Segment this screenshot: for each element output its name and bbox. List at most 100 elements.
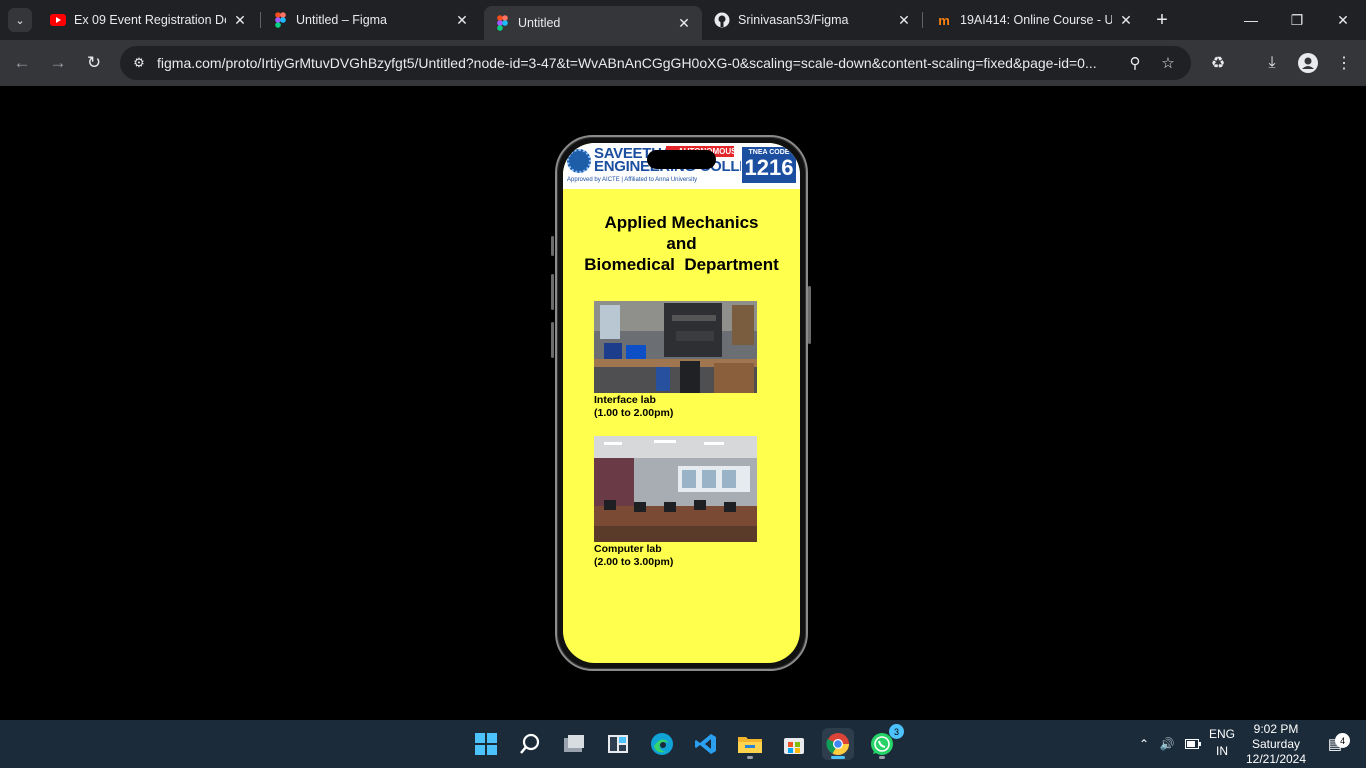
chevron-down-icon: ⌄ bbox=[15, 14, 25, 27]
plus-icon: + bbox=[1156, 8, 1168, 31]
windows-taskbar: 3 ⌃ 🔊 ENG IN 9:02 PM Saturday 12/21/2024… bbox=[0, 720, 1366, 768]
close-icon[interactable]: ✕ bbox=[232, 12, 248, 28]
edge-icon bbox=[651, 733, 673, 755]
menu-kebab-icon[interactable]: ⋮ bbox=[1332, 51, 1356, 75]
college-seal-icon bbox=[567, 149, 591, 173]
tab-strip: ⌄ Ex 09 Event Registration Des ✕ Untitle… bbox=[0, 0, 1366, 40]
taskbar-app[interactable] bbox=[602, 728, 634, 760]
vscode-icon bbox=[695, 734, 716, 754]
page-title: Applied Mechanics and Biomedical Departm… bbox=[563, 212, 800, 275]
battery-icon[interactable] bbox=[1182, 720, 1204, 768]
close-window-button[interactable]: ✕ bbox=[1320, 0, 1366, 40]
figma-icon bbox=[494, 15, 510, 31]
phone-side-button bbox=[551, 236, 554, 256]
language-indicator[interactable]: ENG IN bbox=[1206, 726, 1238, 760]
github-icon bbox=[714, 12, 730, 28]
show-hidden-icons-button[interactable]: ⌃ bbox=[1134, 720, 1154, 768]
site-settings-icon[interactable]: ⚙ bbox=[130, 54, 148, 72]
phone-side-button bbox=[551, 274, 554, 310]
tab-divider bbox=[922, 12, 923, 28]
running-indicator bbox=[747, 756, 753, 759]
tab-figma-editor[interactable]: Untitled – Figma ✕ bbox=[262, 6, 480, 34]
tab-title: Srinivasan53/Figma bbox=[738, 13, 849, 27]
address-bar[interactable]: ⚙ figma.com/proto/IrtiyGrMtuvDVGhBzyfgt5… bbox=[120, 46, 1191, 80]
clock-day: Saturday bbox=[1251, 737, 1301, 751]
tnea-code: 1216 bbox=[744, 155, 794, 180]
notification-count: 4 bbox=[1335, 733, 1351, 748]
tab-moodle[interactable]: m 19AI414: Online Course - UX ✕ bbox=[926, 6, 1144, 34]
system-clock[interactable]: 9:02 PM Saturday 12/21/2024 bbox=[1244, 720, 1308, 768]
tab-title: 19AI414: Online Course - UX bbox=[960, 13, 1112, 27]
extensions-icon[interactable]: ♻ bbox=[1206, 51, 1230, 75]
interface-lab-photo bbox=[594, 301, 757, 393]
tab-title: Untitled bbox=[518, 16, 561, 30]
title-line: and bbox=[666, 234, 697, 253]
file-manager-icon bbox=[608, 735, 628, 753]
store-icon bbox=[784, 738, 804, 754]
taskbar-store[interactable] bbox=[778, 728, 810, 760]
tab-figma-prototype[interactable]: Untitled ✕ bbox=[484, 6, 702, 40]
lab-time: (1.00 to 2.00pm) bbox=[594, 407, 674, 419]
notification-badge: 3 bbox=[889, 724, 904, 739]
tab-search-button[interactable]: ⌄ bbox=[8, 8, 32, 32]
start-button[interactable] bbox=[470, 728, 502, 760]
title-line: Applied Mechanics bbox=[604, 213, 759, 232]
phone-side-button bbox=[808, 286, 811, 344]
reload-button[interactable]: ↻ bbox=[80, 49, 108, 77]
taskbar-file-explorer[interactable] bbox=[734, 728, 766, 760]
tab-github[interactable]: Srinivasan53/Figma ✕ bbox=[704, 6, 922, 34]
minimize-button[interactable]: — bbox=[1228, 0, 1274, 40]
zoom-icon[interactable]: ⚲ bbox=[1124, 53, 1146, 73]
volume-icon[interactable]: 🔊 bbox=[1156, 720, 1178, 768]
download-icon[interactable]: ⤓ bbox=[1260, 51, 1284, 75]
task-view-button[interactable] bbox=[558, 728, 590, 760]
forward-button[interactable]: → bbox=[44, 49, 72, 77]
taskbar-whatsapp[interactable]: 3 bbox=[866, 724, 904, 760]
phone-frame: SAVEETHA ENGINEERING COLLEGE AUTONOMOUS … bbox=[555, 135, 808, 671]
restore-button[interactable]: ❐ bbox=[1274, 0, 1320, 40]
back-button[interactable]: ← bbox=[8, 49, 36, 77]
title-line: Biomedical Department bbox=[584, 255, 779, 274]
chrome-icon bbox=[826, 733, 849, 755]
browser-toolbar: ← → ↻ ⚙ figma.com/proto/IrtiyGrMtuvDVGhB… bbox=[0, 40, 1366, 86]
close-icon[interactable]: ✕ bbox=[454, 12, 470, 28]
phone-side-button bbox=[551, 322, 554, 358]
computer-lab-photo bbox=[594, 436, 757, 542]
taskbar-vscode[interactable] bbox=[690, 728, 722, 760]
tab-title: Untitled – Figma bbox=[296, 13, 388, 27]
notification-icon: ▤ 4 bbox=[1328, 733, 1351, 753]
taskbar-search[interactable] bbox=[514, 728, 546, 760]
figma-icon bbox=[272, 12, 288, 28]
lab-caption: Interface lab (1.00 to 2.00pm) bbox=[594, 394, 764, 420]
profile-avatar[interactable] bbox=[1296, 51, 1320, 75]
language-code: ENG bbox=[1208, 727, 1235, 741]
clock-time: 9:02 PM bbox=[1253, 722, 1299, 736]
close-icon: ✕ bbox=[1337, 11, 1349, 28]
lab-time: (2.00 to 3.00pm) bbox=[594, 556, 674, 568]
tab-divider bbox=[260, 12, 261, 28]
minimize-icon: — bbox=[1244, 12, 1258, 28]
bookmark-star-icon[interactable]: ☆ bbox=[1157, 53, 1179, 73]
tab-youtube[interactable]: Ex 09 Event Registration Des ✕ bbox=[40, 6, 258, 34]
region-code: IN bbox=[1216, 744, 1228, 758]
close-icon[interactable]: ✕ bbox=[676, 15, 692, 31]
restore-icon: ❐ bbox=[1290, 11, 1304, 28]
lab-name: Computer lab bbox=[594, 543, 662, 555]
notification-center-button[interactable]: ▤ 4 bbox=[1322, 720, 1351, 768]
arrow-right-icon: → bbox=[49, 53, 67, 72]
moodle-icon: m bbox=[938, 12, 950, 28]
task-view-icon bbox=[564, 735, 584, 752]
arrow-left-icon: ← bbox=[13, 53, 31, 72]
chevron-up-icon: ⌃ bbox=[1138, 737, 1150, 751]
logo-tagline: Approved by AICTE | Affiliated to Anna U… bbox=[567, 177, 698, 183]
close-icon[interactable]: ✕ bbox=[896, 12, 912, 28]
clock-date: 12/21/2024 bbox=[1245, 752, 1307, 766]
lab-caption: Computer lab (2.00 to 3.00pm) bbox=[594, 543, 764, 569]
lab-name: Interface lab bbox=[594, 394, 656, 406]
new-tab-button[interactable]: + bbox=[1150, 8, 1174, 32]
taskbar-edge[interactable] bbox=[646, 728, 678, 760]
close-icon[interactable]: ✕ bbox=[1118, 12, 1134, 28]
taskbar-chrome[interactable] bbox=[822, 728, 854, 760]
url-text[interactable]: figma.com/proto/IrtiyGrMtuvDVGhBzyfgt5/U… bbox=[157, 55, 1117, 71]
tab-title: Ex 09 Event Registration Des bbox=[74, 13, 226, 27]
